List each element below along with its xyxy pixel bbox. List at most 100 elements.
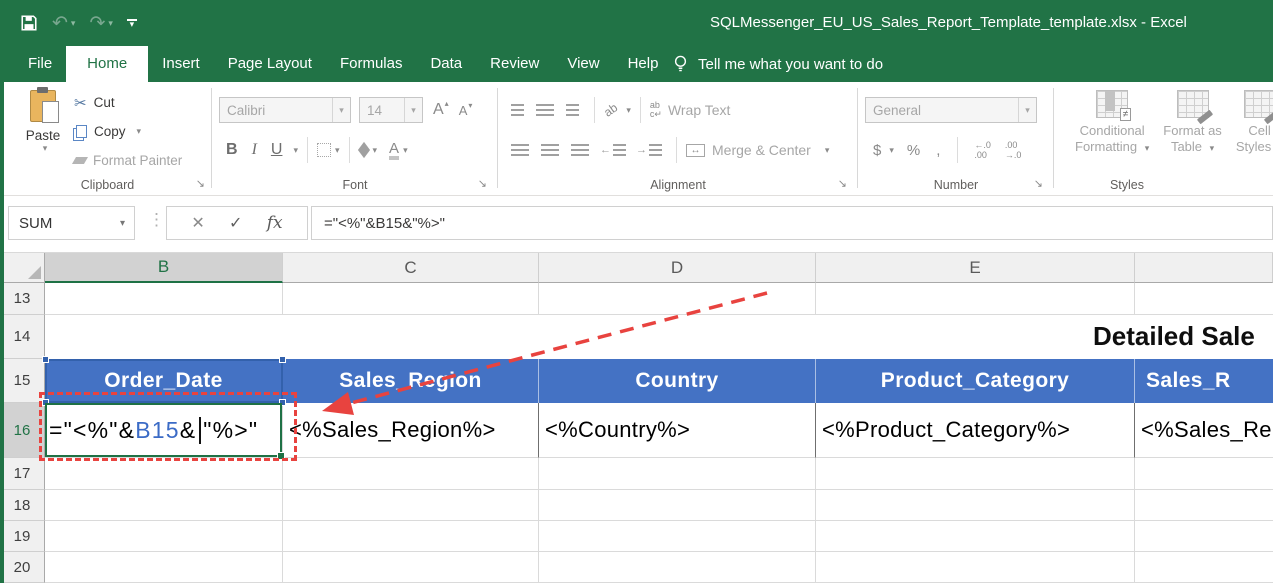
increase-decimal-icon[interactable]: ←.0 .00 bbox=[974, 140, 991, 160]
header-cell-sales-region[interactable]: Sales_Region bbox=[283, 359, 539, 403]
tab-home[interactable]: Home bbox=[66, 46, 148, 82]
column-header-d[interactable]: D bbox=[539, 253, 816, 283]
header-cell-sales-r[interactable]: Sales_R bbox=[1135, 359, 1273, 403]
tab-view[interactable]: View bbox=[553, 46, 613, 82]
align-top-icon[interactable] bbox=[511, 104, 524, 116]
cell-f19[interactable] bbox=[1135, 521, 1273, 552]
cell-d16[interactable]: <%Country%> bbox=[539, 403, 816, 458]
cell-c19[interactable] bbox=[283, 521, 539, 552]
row-header-17[interactable]: 17 bbox=[0, 458, 45, 490]
bold-button[interactable]: B bbox=[226, 141, 238, 159]
align-center-icon[interactable] bbox=[541, 144, 559, 156]
font-name-combobox[interactable]: Calibri ▾ bbox=[219, 97, 351, 123]
font-dialog-launcher-icon[interactable]: ↘ bbox=[478, 177, 487, 190]
fill-color-icon[interactable] bbox=[357, 142, 369, 158]
increase-indent-icon[interactable]: → bbox=[636, 144, 662, 156]
row-header-14[interactable]: 14 bbox=[0, 315, 45, 359]
cell-b17[interactable] bbox=[45, 458, 283, 490]
cell-f13[interactable] bbox=[1135, 283, 1273, 315]
grow-font-button[interactable]: A ▴ bbox=[433, 101, 449, 119]
cell-f18[interactable] bbox=[1135, 490, 1273, 521]
cell-e18[interactable] bbox=[816, 490, 1135, 521]
cell-b13[interactable] bbox=[45, 283, 283, 315]
font-size-dropdown-icon[interactable]: ▾ bbox=[404, 98, 422, 122]
column-header-b[interactable]: B bbox=[45, 253, 283, 283]
underline-dropdown-icon[interactable]: ▾ bbox=[293, 145, 298, 156]
tab-file[interactable]: File bbox=[14, 46, 66, 82]
tab-formulas[interactable]: Formulas bbox=[326, 46, 417, 82]
cell-c17[interactable] bbox=[283, 458, 539, 490]
undo-dropdown-icon[interactable]: ▾ bbox=[71, 18, 76, 29]
row-header-20[interactable]: 20 bbox=[0, 552, 45, 583]
row-14[interactable]: Detailed Sale bbox=[45, 315, 1273, 359]
conditional-formatting-button[interactable]: ≠ Conditional Formatting ▾ bbox=[1075, 90, 1149, 156]
column-header-e[interactable]: E bbox=[816, 253, 1135, 283]
orientation-dropdown-icon[interactable]: ▾ bbox=[626, 105, 631, 116]
comma-button[interactable]: , bbox=[936, 142, 940, 159]
borders-icon[interactable] bbox=[317, 143, 331, 157]
borders-dropdown-icon[interactable]: ▾ bbox=[335, 145, 340, 156]
cell-d13[interactable] bbox=[539, 283, 816, 315]
cell-b18[interactable] bbox=[45, 490, 283, 521]
cell-e20[interactable] bbox=[816, 552, 1135, 583]
cell-e13[interactable] bbox=[816, 283, 1135, 315]
formula-bar-input[interactable]: ="<%"&B15&"%>" bbox=[311, 206, 1273, 240]
cell-d19[interactable] bbox=[539, 521, 816, 552]
decrease-indent-icon[interactable]: ← bbox=[600, 144, 626, 156]
cell-c20[interactable] bbox=[283, 552, 539, 583]
cell-c16[interactable]: <%Sales_Region%> bbox=[283, 403, 539, 458]
tab-review[interactable]: Review bbox=[476, 46, 553, 82]
enter-icon[interactable]: ✓ bbox=[229, 213, 242, 233]
font-size-combobox[interactable]: 14 ▾ bbox=[359, 97, 423, 123]
cell-b19[interactable] bbox=[45, 521, 283, 552]
orientation-icon[interactable]: ab bbox=[601, 100, 620, 119]
shrink-font-button[interactable]: A ▾ bbox=[459, 103, 473, 118]
tab-data[interactable]: Data bbox=[416, 46, 476, 82]
number-format-combobox[interactable]: General ▾ bbox=[865, 97, 1037, 123]
cell-e17[interactable] bbox=[816, 458, 1135, 490]
row-header-19[interactable]: 19 bbox=[0, 521, 45, 552]
currency-button[interactable]: $ bbox=[873, 142, 881, 159]
fill-color-dropdown-icon[interactable]: ▾ bbox=[373, 145, 378, 156]
cell-e16[interactable]: <%Product_Category%> bbox=[816, 403, 1135, 458]
font-color-dropdown-icon[interactable]: ▾ bbox=[403, 145, 408, 156]
copy-button[interactable]: Copy ▾ bbox=[74, 117, 182, 146]
customize-qat-icon[interactable]: ▾ bbox=[127, 19, 137, 27]
align-right-icon[interactable] bbox=[571, 144, 589, 156]
cell-d20[interactable] bbox=[539, 552, 816, 583]
number-dialog-launcher-icon[interactable]: ↘ bbox=[1034, 177, 1043, 190]
wrap-text-button[interactable]: Wrap Text bbox=[668, 102, 731, 118]
redo-dropdown-icon[interactable]: ▾ bbox=[108, 18, 113, 29]
cell-f20[interactable] bbox=[1135, 552, 1273, 583]
merge-center-dropdown-icon[interactable]: ▾ bbox=[825, 145, 830, 156]
tab-insert[interactable]: Insert bbox=[148, 46, 214, 82]
cell-b20[interactable] bbox=[45, 552, 283, 583]
header-cell-country[interactable]: Country bbox=[539, 359, 816, 403]
cut-button[interactable]: ✂ Cut bbox=[74, 88, 182, 117]
column-header-f[interactable] bbox=[1135, 253, 1273, 283]
undo-button[interactable]: ↶ ▾ bbox=[52, 14, 75, 33]
tab-help[interactable]: Help bbox=[614, 46, 673, 82]
name-box[interactable]: SUM ▾ bbox=[8, 206, 135, 240]
cell-c18[interactable] bbox=[283, 490, 539, 521]
italic-button[interactable]: I bbox=[252, 141, 257, 159]
merge-center-button[interactable]: Merge & Center bbox=[712, 142, 811, 158]
cell-c13[interactable] bbox=[283, 283, 539, 315]
format-painter-button[interactable]: Format Painter bbox=[74, 146, 182, 175]
save-icon[interactable] bbox=[20, 14, 38, 32]
decrease-decimal-icon[interactable]: .00 →.0 bbox=[1005, 140, 1022, 160]
cell-e19[interactable] bbox=[816, 521, 1135, 552]
clipboard-dialog-launcher-icon[interactable]: ↘ bbox=[196, 177, 205, 190]
currency-dropdown-icon[interactable]: ▾ bbox=[889, 145, 894, 156]
alignment-dialog-launcher-icon[interactable]: ↘ bbox=[838, 177, 847, 190]
insert-function-icon[interactable]: fx bbox=[267, 213, 283, 233]
tab-page-layout[interactable]: Page Layout bbox=[214, 46, 326, 82]
redo-button[interactable]: ↷ ▾ bbox=[89, 14, 112, 33]
cancel-icon[interactable]: ✕ bbox=[191, 213, 204, 233]
cell-f16[interactable]: <%Sales_Re bbox=[1135, 403, 1273, 458]
cell-styles-button[interactable]: Cell Styles ▾ bbox=[1236, 90, 1273, 156]
tell-me-box[interactable]: Tell me what you want to do bbox=[672, 46, 883, 82]
align-left-icon[interactable] bbox=[511, 144, 529, 156]
percent-button[interactable]: % bbox=[907, 142, 920, 159]
formula-bar-grab-dots-icon[interactable]: ⋮ bbox=[148, 210, 165, 230]
